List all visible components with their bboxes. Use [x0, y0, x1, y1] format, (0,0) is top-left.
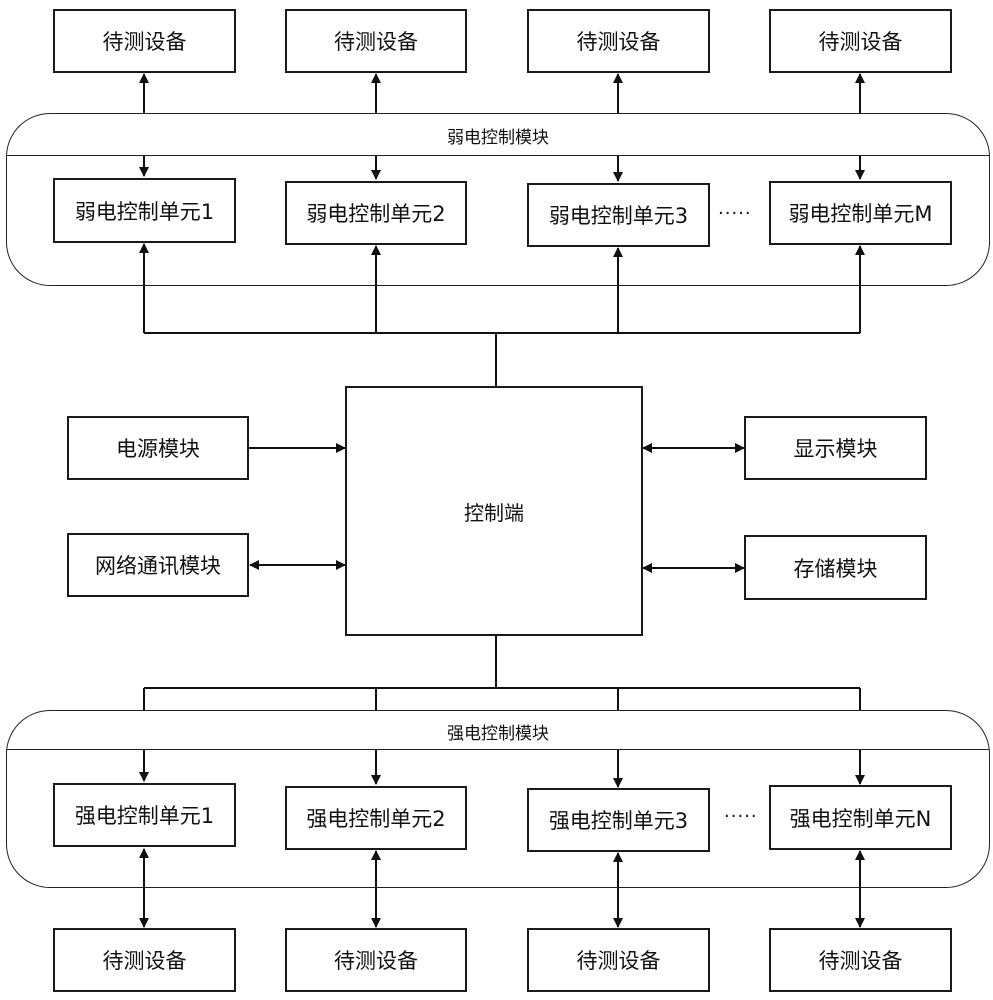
weak-device-3: 待测设备 [527, 9, 710, 73]
storage-module: 存储模块 [744, 535, 927, 600]
strong-unit-N: 强电控制单元N [769, 785, 952, 850]
network-module: 网络通讯模块 [67, 533, 249, 597]
device-label: 待测设备 [818, 949, 903, 973]
display-module: 显示模块 [744, 416, 927, 480]
strong-unit-2: 强电控制单元2 [285, 786, 467, 850]
device-label: 待测设备 [576, 949, 661, 973]
strong-device-3: 待测设备 [527, 928, 710, 992]
weak-device-2: 待测设备 [285, 9, 467, 73]
display-module-label: 显示模块 [793, 437, 878, 461]
weak-unit-1: 弱电控制单元1 [53, 178, 236, 243]
weak-unit-2: 弱电控制单元2 [285, 181, 467, 245]
strong-device-2: 待测设备 [285, 928, 467, 992]
weak-module-title: 弱电控制模块 [447, 128, 549, 148]
device-label: 待测设备 [334, 30, 418, 54]
weak-ellipsis: ····· [718, 203, 752, 224]
unit-label: 弱电控制单元1 [74, 199, 215, 224]
power-module: 电源模块 [67, 416, 249, 480]
strong-device-1: 待测设备 [53, 928, 236, 992]
unit-label: 弱电控制单元3 [548, 204, 689, 228]
weak-device-1: 待测设备 [53, 9, 236, 73]
unit-label: 强电控制单元N [789, 806, 932, 831]
unit-label: 强电控制单元3 [548, 809, 689, 833]
weak-unit-3: 弱电控制单元3 [527, 183, 710, 247]
unit-label: 弱电控制单元2 [306, 202, 446, 226]
device-label: 待测设备 [334, 949, 418, 973]
strong-unit-3: 强电控制单元3 [527, 788, 710, 852]
weak-device-4: 待测设备 [769, 9, 952, 73]
controller: 控制端 [345, 386, 643, 636]
weak-module-divider [7, 155, 989, 156]
network-module-label: 网络通讯模块 [95, 554, 221, 578]
power-module-label: 电源模块 [116, 437, 200, 461]
strong-module-title: 强电控制模块 [447, 724, 549, 744]
storage-module-label: 存储模块 [793, 556, 878, 581]
unit-label: 强电控制单元2 [306, 807, 446, 831]
strong-unit-1: 强电控制单元1 [53, 783, 236, 847]
unit-label: 强电控制单元1 [74, 804, 215, 828]
strong-device-4: 待测设备 [769, 928, 952, 992]
strong-ellipsis: ····· [724, 806, 758, 827]
strong-module-divider [7, 749, 989, 750]
device-label: 待测设备 [818, 30, 903, 54]
weak-unit-M: 弱电控制单元M [769, 181, 952, 245]
unit-label: 弱电控制单元M [788, 202, 933, 226]
device-label: 待测设备 [576, 30, 661, 54]
controller-label: 控制端 [464, 500, 524, 525]
device-label: 待测设备 [102, 30, 187, 54]
device-label: 待测设备 [102, 949, 187, 973]
